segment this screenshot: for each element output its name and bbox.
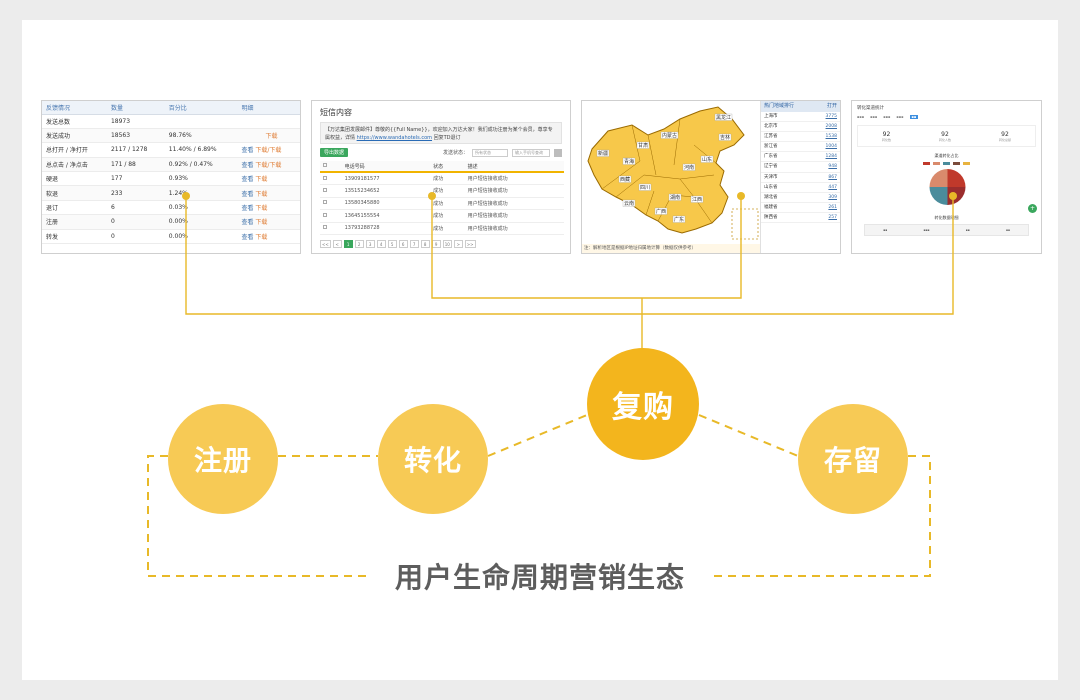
ecosystem-title: 用户生命周期营销生态 [368,556,712,596]
stage-convert: 转化 [378,404,488,514]
dashed-link-rep-ret [698,414,799,457]
connector-email [185,196,954,315]
canvas: 反馈情况 数量 百分比 明细 发送总数 18973 发送成功 18563 98.76%… [22,20,1058,680]
connector-dot [428,192,436,200]
stage-register: 注册 [168,404,278,514]
connector-dot [737,192,745,200]
stage-repurchase: 复购 [587,348,699,460]
stage-retain: 存留 [798,404,908,514]
dashed-link-conv-rep [487,414,588,457]
connector-dot [182,192,190,200]
connector-sms [431,196,742,299]
connector-dot [949,192,957,200]
